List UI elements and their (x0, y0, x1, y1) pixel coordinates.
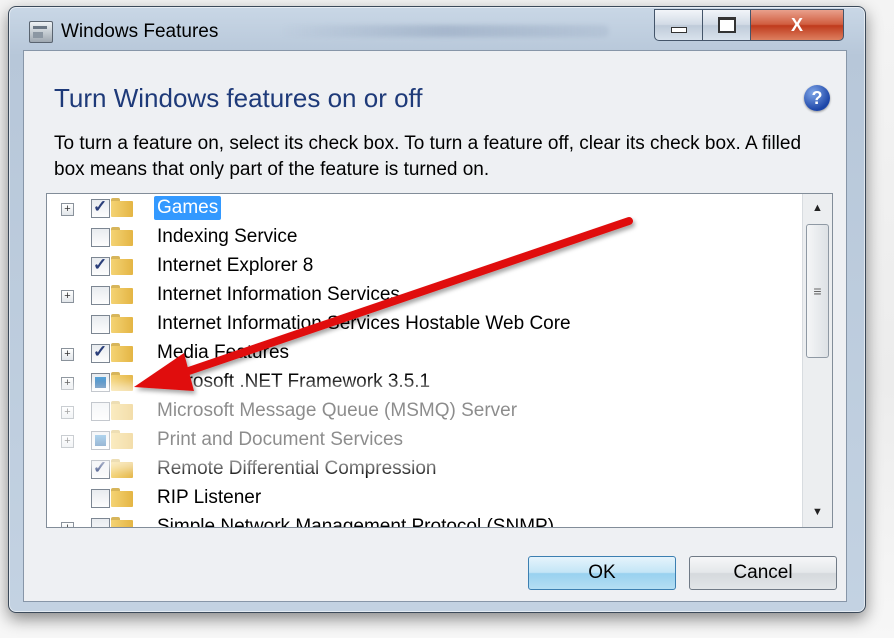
help-icon[interactable]: ? (804, 85, 830, 111)
feature-label: Internet Information Services (157, 284, 400, 305)
ok-button[interactable]: OK (528, 556, 676, 590)
feature-label: RIP Listener (157, 487, 262, 508)
feature-label: Print and Document Services (157, 429, 404, 450)
feature-checkbox[interactable] (91, 228, 110, 247)
feature-label: Simple Network Management Protocol (SNMP… (157, 516, 555, 528)
expand-plus-icon[interactable]: + (61, 522, 74, 527)
feature-row[interactable]: Indexing Service (47, 223, 802, 252)
features-tree[interactable]: + Games Indexing Service Internet Explorer … (46, 193, 833, 528)
feature-checkbox[interactable] (91, 518, 110, 527)
feature-checkbox[interactable] (91, 431, 110, 450)
feature-checkbox[interactable] (91, 197, 110, 218)
feature-checkbox[interactable] (91, 373, 110, 392)
maximize-icon (718, 17, 736, 33)
expand-plus-icon[interactable]: + (61, 406, 74, 419)
feature-checkbox[interactable] (91, 286, 110, 305)
feature-row[interactable]: + Microsoft Message Queue (MSMQ) Server (47, 397, 802, 426)
windows-features-window: Windows Features X Turn Windows features… (8, 6, 866, 613)
page-title: Turn Windows features on or off (54, 83, 423, 113)
features-tree-rows: + Games Indexing Service Internet Explorer … (47, 194, 802, 528)
windows-features-app-icon (29, 21, 53, 43)
expand-plus-icon[interactable]: + (61, 290, 74, 303)
folder-icon (111, 401, 133, 420)
folder-icon (111, 459, 133, 478)
feature-row[interactable]: RIP Listener (47, 484, 802, 513)
blurred-background-text (279, 25, 609, 37)
folder-icon (111, 285, 133, 304)
feature-label: Internet Information Services Hostable W… (157, 313, 571, 334)
expand-plus-icon[interactable]: + (61, 377, 74, 390)
feature-row[interactable]: Internet Information Services Hostable W… (47, 310, 802, 339)
title-bar[interactable]: Windows Features X (9, 7, 865, 53)
feature-label: Microsoft .NET Framework 3.5.1 (157, 371, 431, 392)
feature-row[interactable]: + Internet Information Services (47, 281, 802, 310)
feature-row[interactable]: + Simple Network Management Protocol (SNM… (47, 513, 802, 528)
feature-label: Indexing Service (157, 226, 298, 247)
dialog-content: Turn Windows features on or off ? To tur… (23, 50, 847, 602)
scroll-down-button[interactable]: ▼ (805, 500, 830, 524)
folder-icon (111, 488, 133, 507)
feature-checkbox[interactable] (91, 458, 110, 479)
close-icon: X (790, 14, 803, 35)
close-button[interactable]: X (750, 9, 844, 41)
feature-checkbox[interactable] (91, 255, 110, 276)
feature-label: Internet Explorer 8 (157, 255, 314, 276)
feature-label: Games (154, 196, 222, 220)
feature-checkbox[interactable] (91, 489, 110, 508)
feature-row[interactable]: + Print and Document Services (47, 426, 802, 455)
scroll-thumb[interactable]: ≡ (806, 224, 829, 358)
instructions-text: To turn a feature on, select its check b… (54, 133, 802, 180)
vertical-scrollbar[interactable]: ▲ ≡ ▼ (802, 194, 832, 527)
expand-plus-icon[interactable]: + (61, 203, 74, 216)
folder-icon (111, 517, 133, 527)
feature-row[interactable]: + Media Features (47, 339, 802, 368)
feature-label: Media Features (157, 342, 290, 363)
feature-label: Microsoft Message Queue (MSMQ) Server (157, 400, 518, 421)
expand-plus-icon[interactable]: + (61, 435, 74, 448)
folder-icon (111, 314, 133, 333)
feature-checkbox[interactable] (91, 315, 110, 334)
feature-checkbox[interactable] (91, 342, 110, 363)
window-title: Windows Features (61, 21, 219, 42)
minimize-button[interactable] (654, 9, 704, 41)
folder-icon (111, 430, 133, 449)
scroll-up-button[interactable]: ▲ (805, 196, 830, 220)
folder-icon (111, 343, 133, 362)
folder-icon (111, 372, 133, 391)
feature-row[interactable]: + Microsoft .NET Framework 3.5.1 (47, 368, 802, 397)
folder-icon (111, 227, 133, 246)
expand-plus-icon[interactable]: + (61, 348, 74, 361)
minimize-icon (671, 27, 687, 33)
feature-row[interactable]: Remote Differential Compression (47, 455, 802, 484)
maximize-button[interactable] (702, 9, 752, 41)
feature-row[interactable]: + Games (47, 194, 802, 223)
feature-row[interactable]: Internet Explorer 8 (47, 252, 802, 281)
folder-icon (111, 198, 133, 217)
cancel-button[interactable]: Cancel (689, 556, 837, 590)
folder-icon (111, 256, 133, 275)
feature-checkbox[interactable] (91, 402, 110, 421)
feature-label: Remote Differential Compression (157, 458, 437, 479)
